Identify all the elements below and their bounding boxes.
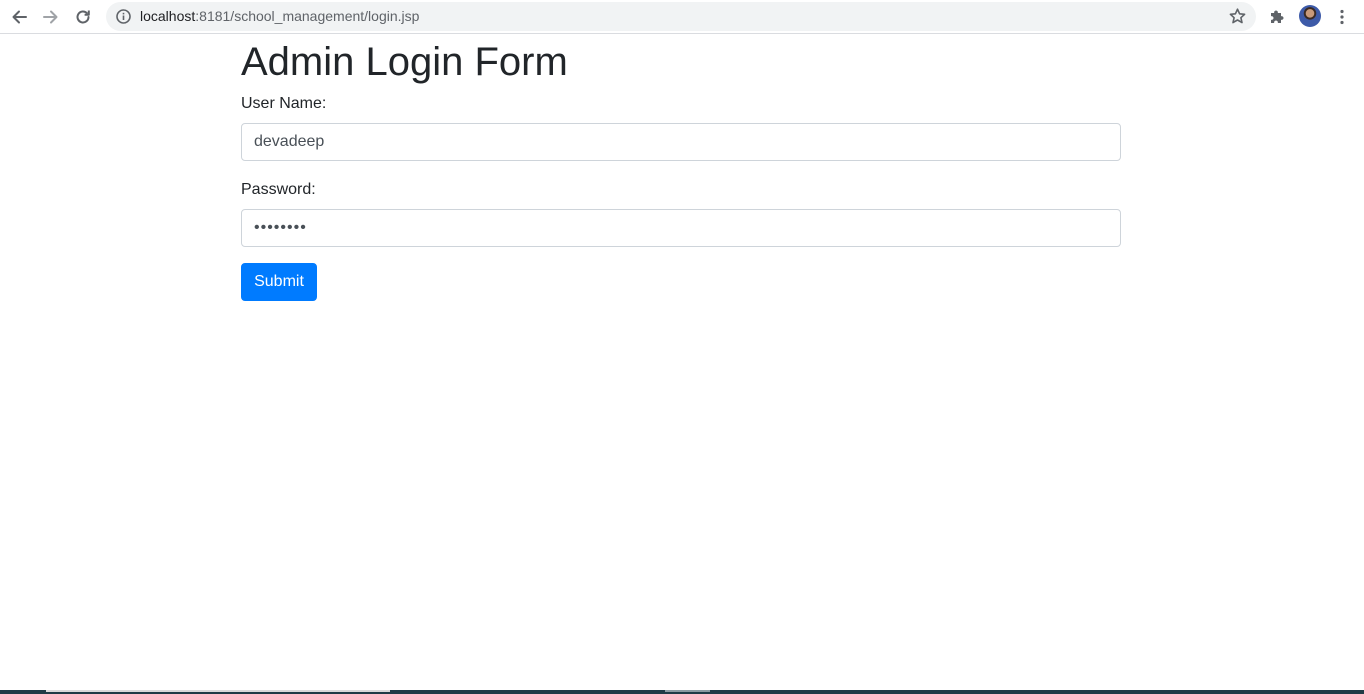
browser-menu-button[interactable]	[1329, 4, 1355, 30]
url-text[interactable]: localhost:8181/school_management/login.j…	[140, 8, 419, 25]
forward-arrow-icon	[43, 10, 58, 24]
address-bar[interactable]: localhost:8181/school_management/login.j…	[106, 2, 1256, 31]
taskbar-segment	[665, 690, 710, 692]
taskbar-segment	[46, 690, 390, 692]
extensions-button[interactable]	[1264, 4, 1290, 30]
star-icon[interactable]	[1228, 7, 1247, 26]
url-path: :8181/school_management/login.jsp	[195, 8, 420, 24]
url-host: localhost	[140, 8, 196, 24]
page-title: Admin Login Form	[241, 40, 568, 84]
forward-button[interactable]	[38, 4, 64, 30]
info-icon[interactable]	[115, 8, 132, 25]
browser-toolbar: localhost:8181/school_management/login.j…	[0, 0, 1364, 34]
username-label: User Name:	[241, 95, 327, 112]
reload-button[interactable]	[70, 4, 96, 30]
puzzle-icon	[1271, 10, 1284, 23]
password-label: Password:	[241, 181, 316, 198]
back-button[interactable]	[6, 4, 32, 30]
reload-icon	[76, 10, 90, 24]
kebab-menu-icon	[1340, 9, 1344, 25]
username-input[interactable]	[241, 123, 1121, 161]
submit-button[interactable]: Submit	[241, 263, 317, 301]
taskbar-edge	[0, 690, 1364, 694]
password-input[interactable]	[241, 209, 1121, 247]
back-arrow-icon	[12, 10, 27, 24]
profile-avatar[interactable]	[1299, 5, 1321, 27]
